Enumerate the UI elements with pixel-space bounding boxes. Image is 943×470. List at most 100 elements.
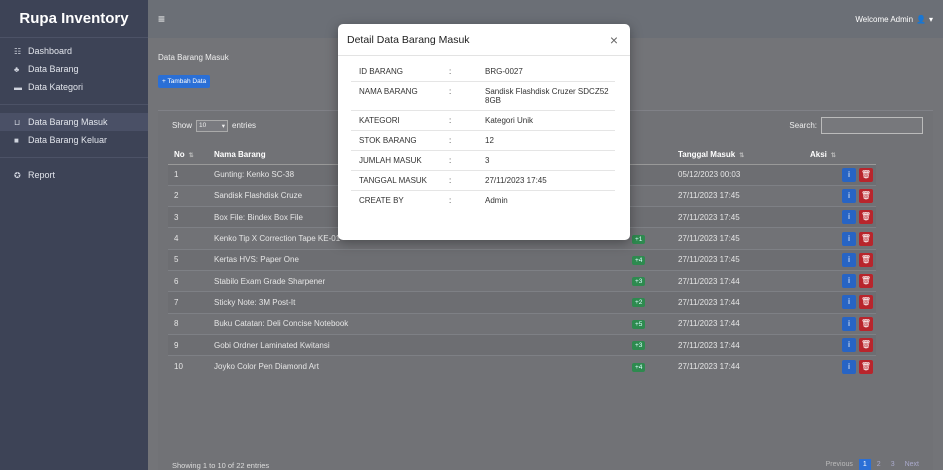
pagination-next[interactable]: Next bbox=[901, 459, 923, 470]
detail-row: STOK BARANG:12 bbox=[351, 130, 615, 151]
cell-tanggal: 27/11/2023 17:44 bbox=[672, 312, 804, 335]
table-footer: Showing 1 to 10 of 22 entries Previous 1… bbox=[172, 456, 923, 470]
delete-button[interactable]: 🗑 bbox=[859, 359, 873, 374]
add-data-button[interactable]: + Tambah Data bbox=[158, 75, 211, 88]
cell-nama-barang: Gobi Ordner Laminated Kwitansi bbox=[208, 333, 568, 356]
sidebar-item-data-barang-masuk[interactable]: ⊔ Data Barang Masuk bbox=[0, 113, 148, 131]
info-button[interactable]: i bbox=[842, 252, 856, 267]
info-button[interactable]: i bbox=[842, 295, 856, 310]
cell-aksi: i 🗑 bbox=[804, 355, 876, 377]
header-label: Aksi bbox=[810, 149, 827, 159]
detail-row: TANGGAL MASUK:27/11/2023 17:45 bbox=[351, 170, 615, 191]
table-row: 10 Joyko Color Pen Diamond Art +4 27/11/202… bbox=[168, 355, 876, 377]
delete-button[interactable]: 🗑 bbox=[859, 210, 873, 225]
cell-jumlah: +4 bbox=[568, 248, 672, 271]
cell-tanggal: 27/11/2023 17:44 bbox=[672, 355, 804, 377]
pagination-page-3[interactable]: 3 bbox=[887, 459, 899, 470]
detail-row: CREATE BY: Admin bbox=[351, 191, 615, 211]
delete-button[interactable]: 🗑 bbox=[859, 295, 873, 310]
sidebar-item-label: Data Barang Keluar bbox=[28, 135, 108, 145]
sidebar-nav: ☷ Dashboard ♣ Data Barang ▬ Data Kategor… bbox=[0, 38, 148, 184]
delete-button[interactable]: 🗑 bbox=[859, 188, 873, 203]
sidebar-item-label: Dashboard bbox=[28, 46, 73, 56]
info-button[interactable]: i bbox=[842, 210, 856, 225]
info-button[interactable]: i bbox=[842, 274, 856, 289]
sidebar-item-label: Report bbox=[28, 170, 56, 180]
pagination-previous[interactable]: Previous bbox=[822, 459, 857, 470]
table-row: 7 Sticky Note: 3M Post-It +2 27/11/2023 17:… bbox=[168, 291, 876, 314]
detail-row: ID BARANG: BRG-0027 bbox=[351, 62, 615, 82]
sidebar-item-data-barang[interactable]: ♣ Data Barang bbox=[0, 60, 148, 78]
detail-label: JUMLAH MASUK bbox=[351, 150, 439, 171]
sort-icon: ⇅ bbox=[739, 152, 745, 159]
sidebar-item-data-barang-keluar[interactable]: ■ Data Barang Keluar bbox=[0, 131, 148, 149]
cell-aksi: i 🗑 bbox=[804, 248, 876, 271]
detail-label: TANGGAL MASUK bbox=[351, 170, 439, 191]
table-row: 6 Stabilo Exam Grade Sharpener +3 27/11/202… bbox=[168, 269, 876, 292]
sidebar-divider bbox=[0, 104, 148, 105]
sidebar-item-label: Data Barang bbox=[28, 64, 79, 74]
cell-no: 7 bbox=[168, 291, 208, 314]
detail-label: NAMA BARANG bbox=[351, 81, 439, 111]
info-button[interactable]: i bbox=[842, 338, 856, 353]
cell-no: 9 bbox=[168, 333, 208, 356]
search-input[interactable] bbox=[821, 117, 923, 134]
cell-aksi: i 🗑 bbox=[804, 312, 876, 335]
cell-tanggal: 27/11/2023 17:44 bbox=[672, 269, 804, 292]
pagination-page-2[interactable]: 2 bbox=[873, 459, 885, 470]
entries-info: Showing 1 to 10 of 22 entries bbox=[172, 461, 270, 470]
column-header-no[interactable]: No ⇅ bbox=[168, 145, 208, 165]
detail-separator: : bbox=[439, 170, 477, 191]
cell-tanggal: 05/12/2023 00:03 bbox=[672, 163, 804, 186]
delete-button[interactable]: 🗑 bbox=[859, 316, 873, 331]
cell-aksi: i 🗑 bbox=[804, 227, 876, 250]
cell-aksi: i 🗑 bbox=[804, 163, 876, 186]
entries-select[interactable]: 10 ▾ bbox=[196, 119, 229, 132]
info-button[interactable]: i bbox=[842, 316, 856, 331]
jumlah-badge: +5 bbox=[632, 319, 646, 329]
delete-button[interactable]: 🗑 bbox=[859, 252, 873, 267]
info-button[interactable]: i bbox=[842, 188, 856, 203]
grid-icon: ☷ bbox=[14, 46, 22, 56]
cell-no: 8 bbox=[168, 312, 208, 335]
detail-label: CREATE BY bbox=[359, 196, 404, 205]
close-icon[interactable]: × bbox=[610, 32, 618, 48]
sort-icon: ⇅ bbox=[830, 152, 836, 159]
jumlah-badge: +1 bbox=[632, 234, 646, 244]
detail-row: NAMA BARANG: Sandisk Flashdisk Cruzer SDC… bbox=[351, 81, 615, 111]
modal-header: Detail Data Barang Masuk × bbox=[338, 24, 630, 56]
hamburger-menu-icon[interactable]: ≡ bbox=[158, 12, 165, 26]
column-header-aksi[interactable]: Aksi ⇅ bbox=[804, 145, 876, 165]
chevron-down-icon: ▾ bbox=[221, 122, 226, 130]
detail-label: KATEGORI bbox=[351, 110, 439, 131]
entries-select-value: 10 bbox=[199, 122, 207, 129]
search-label: Search: bbox=[789, 121, 817, 130]
sort-icon: ⇅ bbox=[188, 152, 194, 159]
delete-button[interactable]: 🗑 bbox=[859, 338, 873, 353]
truck-icon: ■ bbox=[14, 135, 19, 145]
app-brand[interactable]: Rupa Inventory bbox=[0, 0, 148, 38]
delete-button[interactable]: 🗑 bbox=[859, 167, 873, 182]
table-row: 8 Buku Catatan: Deli Concise Notebook +5 27… bbox=[168, 312, 876, 335]
pagination: Previous 1 2 3 Next bbox=[822, 459, 923, 470]
detail-row: KATEGORI: Kategori Unik bbox=[351, 110, 615, 131]
cell-jumlah: +3 bbox=[568, 269, 672, 292]
delete-button[interactable]: 🗑 bbox=[859, 231, 873, 246]
cell-aksi: i 🗑 bbox=[804, 206, 876, 228]
column-header-tanggal[interactable]: Tanggal Masuk ⇅ bbox=[672, 145, 804, 165]
detail-value: 27/11/2023 17:45 bbox=[477, 170, 615, 191]
info-button[interactable]: i bbox=[842, 167, 856, 182]
sidebar-item-data-kategori[interactable]: ▬ Data Kategori bbox=[0, 78, 148, 96]
user-menu[interactable]: Welcome Admin 👤 ▾ bbox=[855, 15, 933, 24]
delete-button[interactable]: 🗑 bbox=[859, 274, 873, 289]
info-button[interactable]: i bbox=[842, 231, 856, 246]
sidebar-item-report[interactable]: ✪ Report bbox=[0, 166, 148, 184]
detail-label: ID BARANG bbox=[351, 62, 439, 82]
cell-tanggal: 27/11/2023 17:44 bbox=[672, 333, 804, 356]
jumlah-badge: +4 bbox=[632, 362, 646, 372]
info-button[interactable]: i bbox=[842, 359, 856, 374]
cell-no: 3 bbox=[168, 206, 208, 228]
sidebar-item-dashboard[interactable]: ☷ Dashboard bbox=[0, 42, 148, 60]
cell-no: 5 bbox=[168, 248, 208, 271]
pagination-page-1[interactable]: 1 bbox=[858, 459, 871, 470]
